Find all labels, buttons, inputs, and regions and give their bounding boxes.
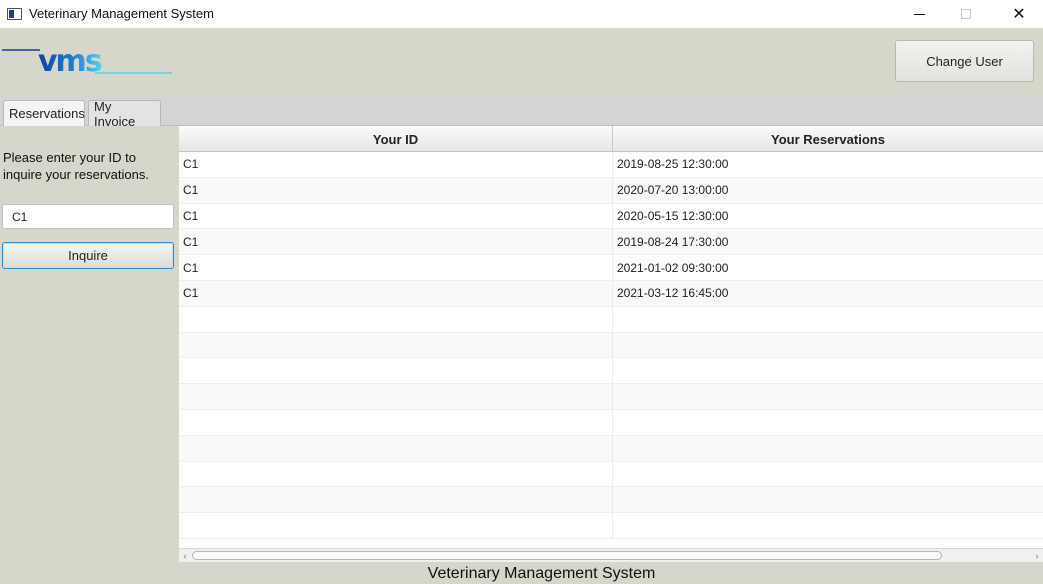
cell-reservation: 2020-05-15 12:30:00 — [617, 208, 729, 223]
cell-id: C1 — [179, 229, 613, 255]
cell-id: C1 — [179, 255, 613, 280]
tab-reservations[interactable]: Reservations — [3, 100, 85, 126]
scrollbar-thumb[interactable] — [192, 551, 942, 560]
cell-reservation — [613, 487, 1043, 512]
table-row[interactable] — [179, 358, 1043, 385]
cell-id — [179, 332, 613, 358]
cell-id — [179, 513, 613, 538]
scroll-right-icon[interactable]: › — [1031, 549, 1043, 562]
cell-reservation — [613, 333, 1043, 358]
table-row[interactable]: C1 2020-07-20 13:00:00 — [179, 177, 1043, 204]
table-body: C1 2019-08-25 12:30:00 C1 2020-07-20 13:00:… — [179, 152, 1043, 539]
table-row[interactable] — [179, 332, 1043, 359]
cell-reservation — [613, 436, 1043, 461]
cell-id — [179, 435, 613, 461]
tab-my-invoice[interactable]: My Invoice — [88, 98, 161, 129]
inquiry-panel: Please enter your ID to inquire your res… — [0, 126, 179, 566]
maximize-button[interactable] — [943, 0, 989, 28]
table-row[interactable] — [179, 513, 1043, 539]
table-row[interactable]: C1 2019-08-25 12:30:00 — [179, 152, 1043, 178]
minimize-button[interactable] — [896, 0, 942, 28]
table-row[interactable]: C1 2021-01-02 09:30:00 — [179, 255, 1043, 281]
close-button[interactable]: ✕ — [996, 0, 1042, 28]
cell-reservation: 2019-08-25 12:30:00 — [617, 157, 729, 172]
cell-reservation — [613, 513, 1043, 538]
title-bar: Veterinary Management System ✕ — [0, 0, 1043, 28]
table-row[interactable] — [179, 487, 1043, 514]
maximize-icon — [961, 9, 971, 19]
table-row[interactable]: C1 2021-03-12 16:45:00 — [179, 280, 1043, 307]
table-header: Your ID Your Reservations — [179, 126, 1043, 152]
cell-reservation — [613, 358, 1043, 383]
minimize-icon — [913, 13, 925, 15]
close-icon: ✕ — [1012, 6, 1026, 23]
app-icon — [7, 8, 22, 20]
table-row[interactable]: C1 2020-05-15 12:30:00 — [179, 203, 1043, 230]
cell-id: C1 — [179, 280, 613, 306]
footer-title: Veterinary Management System — [427, 565, 656, 582]
horizontal-scrollbar[interactable]: ‹ › — [179, 548, 1043, 562]
cell-reservation: 2021-01-02 09:30:00 — [617, 260, 729, 275]
column-header-id[interactable]: Your ID — [179, 126, 613, 152]
cell-reservation: 2019-08-24 17:30:00 — [617, 234, 729, 249]
cell-id: C1 — [179, 177, 613, 203]
inquiry-prompt: Please enter your ID to inquire your res… — [3, 150, 149, 182]
cell-id — [179, 409, 613, 435]
cell-id — [179, 487, 613, 513]
cell-id — [179, 384, 613, 409]
cell-id: C1 — [179, 152, 613, 177]
inquire-button[interactable]: Inquire — [2, 242, 174, 269]
cell-id — [179, 461, 613, 487]
tab-label: Reservations — [9, 106, 85, 121]
cell-reservation — [613, 410, 1043, 435]
tab-label: My Invoice — [94, 98, 136, 129]
cell-reservation — [613, 307, 1043, 332]
scroll-left-icon[interactable]: ‹ — [179, 549, 191, 562]
table-row[interactable] — [179, 384, 1043, 410]
cell-reservation — [613, 384, 1043, 409]
table-row[interactable] — [179, 461, 1043, 488]
logo-text: vms — [38, 44, 102, 79]
window-title: Veterinary Management System — [29, 6, 214, 21]
cell-id: C1 — [179, 203, 613, 229]
vms-logo: vms — [2, 44, 172, 79]
cell-reservation: 2020-07-20 13:00:00 — [617, 183, 729, 198]
table-row[interactable] — [179, 435, 1043, 462]
cell-id — [179, 306, 613, 332]
table-row[interactable] — [179, 409, 1043, 436]
table-row[interactable]: C1 2019-08-24 17:30:00 — [179, 229, 1043, 256]
cell-reservation — [613, 462, 1043, 487]
reservations-table[interactable]: Your ID Your Reservations C1 2019-08-25 1… — [179, 126, 1043, 548]
tab-bar: Reservations My Invoice — [0, 96, 1043, 129]
id-input[interactable] — [2, 204, 174, 229]
column-header-reservations[interactable]: Your Reservations — [613, 126, 1043, 152]
cell-id — [179, 358, 613, 384]
change-user-button[interactable]: Change User — [895, 40, 1034, 82]
cell-reservation: 2021-03-12 16:45:00 — [617, 286, 729, 301]
table-row[interactable] — [179, 306, 1043, 333]
